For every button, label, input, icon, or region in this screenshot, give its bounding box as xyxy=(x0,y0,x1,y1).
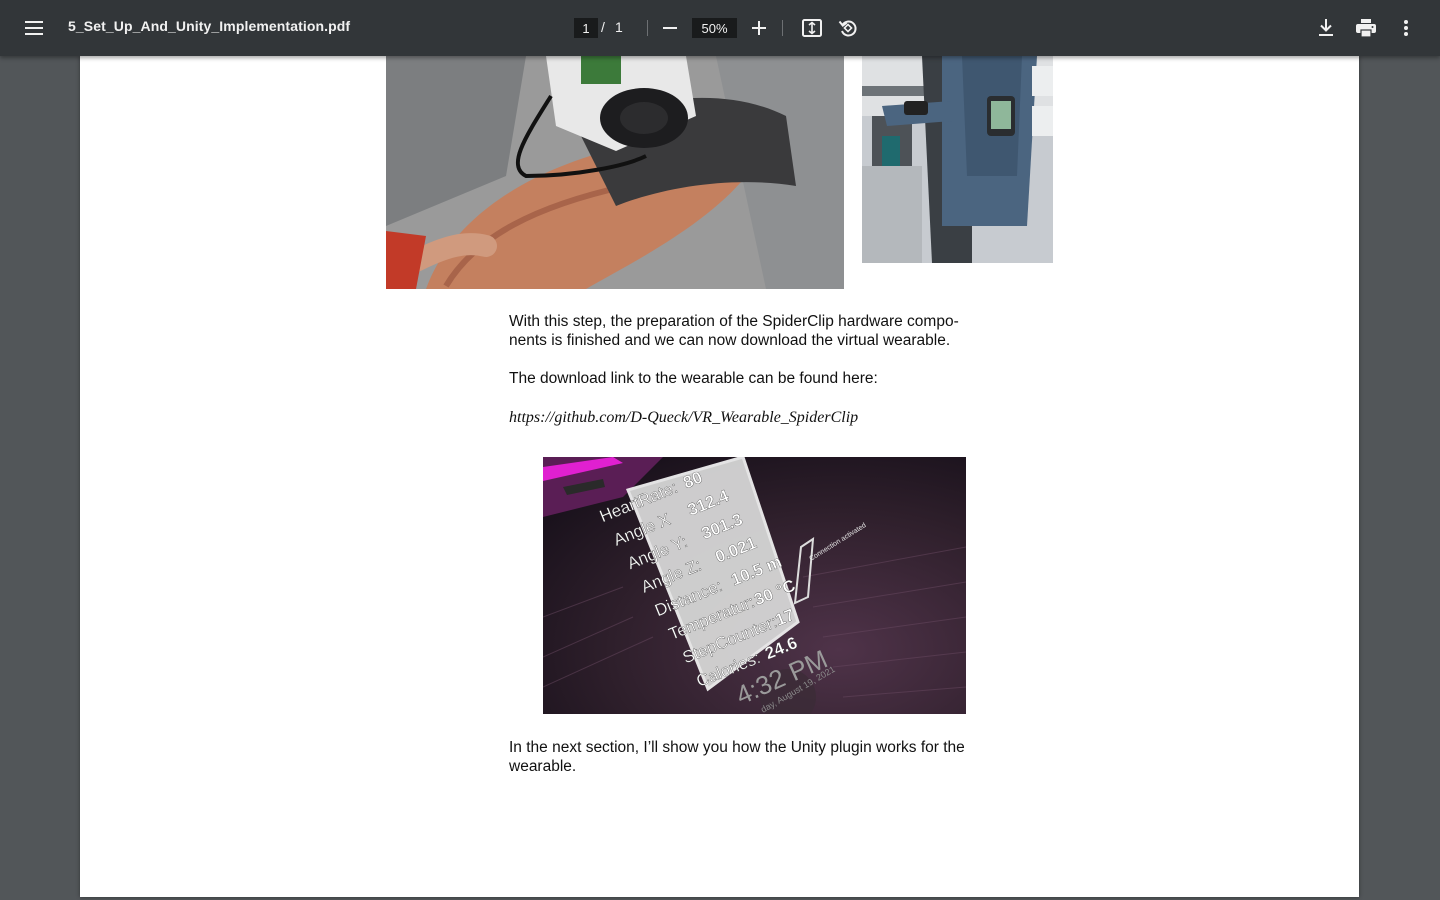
page-separator: / xyxy=(601,19,605,35)
rotate-counterclockwise-icon xyxy=(838,20,857,37)
minus-icon xyxy=(663,27,677,29)
pdf-page: With this step, the preparation of the S… xyxy=(80,56,1359,897)
fit-to-page-button[interactable] xyxy=(796,12,828,44)
paragraph-preparation-finished: With this step, the preparation of the S… xyxy=(509,313,959,349)
hand-sensor-illustration xyxy=(386,56,844,289)
page-total: 1 xyxy=(615,19,623,35)
paragraph-download-intro: The download link to the wearable can be… xyxy=(509,370,878,387)
document-title: 5_Set_Up_And_Unity_Implementation.pdf xyxy=(68,18,351,34)
page-number-input[interactable] xyxy=(574,18,598,38)
rotate-button[interactable] xyxy=(832,12,864,44)
toolbar-divider xyxy=(782,20,783,36)
printer-icon xyxy=(1356,19,1376,37)
download-link[interactable]: https://github.com/D-Queck/VR_Wearable_S… xyxy=(509,408,989,427)
photo-vr-wearable-panel: HeartRate: 80 Angle X 312.4 Angle Y: 301… xyxy=(543,457,966,714)
print-button[interactable] xyxy=(1350,12,1382,44)
hamburger-menu-icon xyxy=(25,21,43,35)
zoom-input[interactable] xyxy=(692,18,737,38)
pdf-viewer-area[interactable]: With this step, the preparation of the S… xyxy=(0,56,1440,900)
more-actions-button[interactable] xyxy=(1390,12,1422,44)
photo-hand-with-sensor xyxy=(386,56,844,289)
person-illustration xyxy=(862,56,1053,263)
plus-icon xyxy=(752,21,766,35)
zoom-in-button[interactable] xyxy=(743,12,775,44)
vr-panel-illustration: HeartRate: 80 Angle X 312.4 Angle Y: 301… xyxy=(543,457,966,714)
pdf-toolbar: 5_Set_Up_And_Unity_Implementation.pdf / … xyxy=(0,0,1440,56)
zoom-out-button[interactable] xyxy=(654,12,686,44)
fit-page-icon xyxy=(802,19,822,37)
photo-person-wearing-device xyxy=(862,56,1053,263)
download-button[interactable] xyxy=(1310,12,1342,44)
more-vertical-icon xyxy=(1404,20,1408,36)
menu-button[interactable] xyxy=(18,12,50,44)
download-icon xyxy=(1319,19,1333,36)
paragraph-next-section: In the next section, I’ll show you how t… xyxy=(509,739,965,775)
toolbar-divider xyxy=(647,20,648,36)
